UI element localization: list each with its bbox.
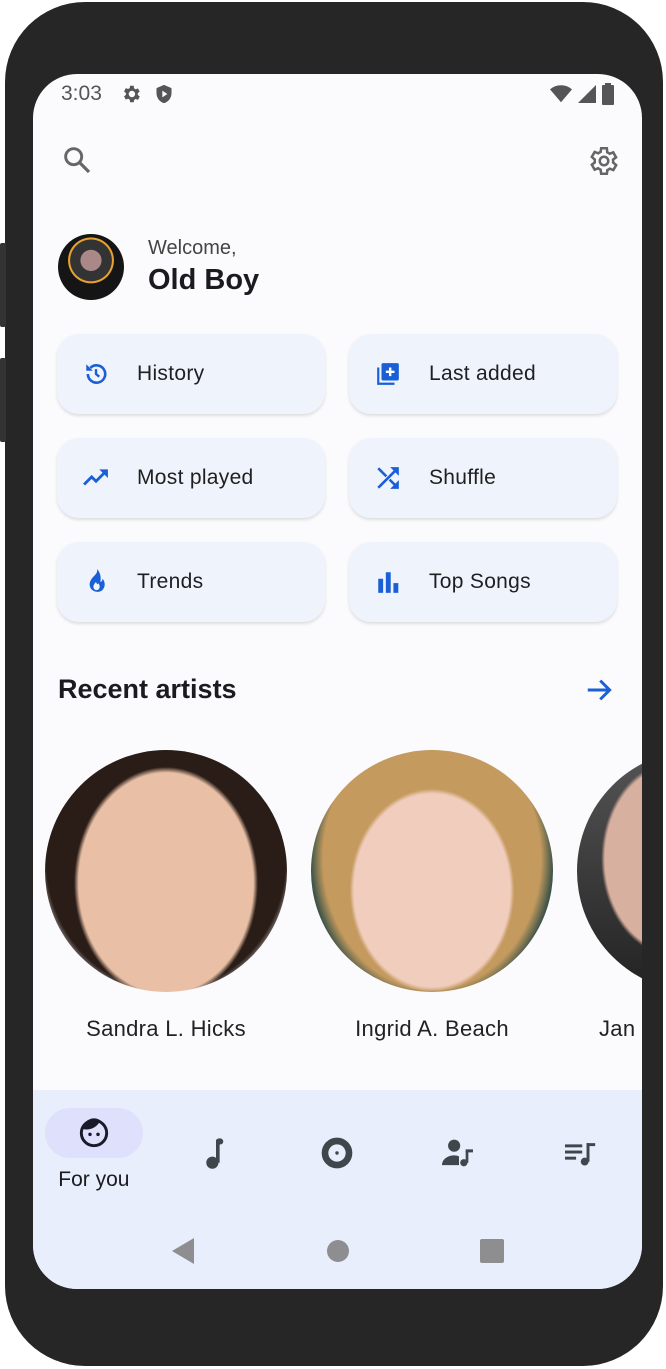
signal-icon	[578, 85, 596, 103]
avatar[interactable]	[58, 234, 124, 300]
volume-button	[0, 243, 6, 327]
nav-songs[interactable]	[155, 1108, 277, 1192]
search-icon[interactable]	[61, 144, 93, 176]
most-played-label: Most played	[137, 466, 254, 489]
nav-albums[interactable]	[277, 1108, 399, 1192]
bottom-navigation: For you	[33, 1090, 642, 1289]
last-added-button[interactable]: Last added	[349, 334, 617, 414]
user-name: Old Boy	[148, 264, 260, 296]
artist-carousel: Sandra L. Hicks Ingrid A. Beach Jan	[45, 750, 642, 1042]
shuffle-button[interactable]: Shuffle	[349, 438, 617, 518]
album-icon	[322, 1137, 353, 1169]
nav-artists[interactable]	[398, 1108, 520, 1192]
artist-card[interactable]: Ingrid A. Beach	[311, 750, 553, 1042]
face-icon	[79, 1118, 109, 1148]
welcome-greeting: Welcome,	[148, 237, 237, 259]
bar-chart-icon	[378, 572, 399, 593]
settings-icon	[123, 85, 140, 103]
top-songs-label: Top Songs	[429, 570, 531, 593]
history-icon	[86, 364, 107, 384]
trends-button[interactable]: Trends	[57, 542, 325, 622]
section-title: Recent artists	[58, 674, 237, 704]
trending-up-icon	[83, 469, 108, 486]
nav-for-you[interactable]: For you	[33, 1108, 155, 1192]
status-time: 3:03	[61, 82, 102, 105]
battery-icon	[602, 83, 614, 105]
trends-label: Trends	[137, 570, 204, 593]
power-button	[0, 358, 6, 442]
artist-photo	[45, 750, 287, 992]
wifi-icon	[550, 85, 572, 103]
history-label: History	[137, 362, 205, 385]
shuffle-label: Shuffle	[429, 466, 497, 489]
system-navigation	[33, 1238, 642, 1264]
recent-artists-header: Recent artists	[58, 674, 614, 705]
artist-name: Jan	[599, 1016, 636, 1041]
library-add-icon	[377, 363, 399, 385]
shield-icon	[156, 84, 172, 104]
last-added-label: Last added	[429, 362, 536, 385]
artist-icon	[442, 1139, 474, 1167]
shuffle-icon	[377, 467, 399, 489]
recents-icon[interactable]	[479, 1239, 504, 1263]
top-songs-button[interactable]: Top Songs	[349, 542, 617, 622]
arrow-right-icon[interactable]	[584, 675, 614, 705]
most-played-button[interactable]: Most played	[57, 438, 325, 518]
artist-photo	[311, 750, 553, 992]
nav-playlists[interactable]	[520, 1108, 642, 1192]
playlist-icon	[565, 1143, 596, 1166]
status-bar: 3:03	[61, 82, 614, 106]
artist-card[interactable]: Sandra L. Hicks	[45, 750, 287, 1042]
screen: 3:03 Welcome, Old Boy History Last added…	[33, 74, 642, 1289]
quick-actions: History Last added Most played Shuffle T…	[57, 334, 618, 622]
nav-label: For you	[58, 1168, 130, 1191]
fire-icon	[89, 569, 105, 592]
welcome-section: Welcome, Old Boy	[58, 234, 259, 300]
artist-photo	[577, 750, 642, 992]
artist-card[interactable]: Jan	[577, 750, 642, 1042]
artist-name: Sandra L. Hicks	[86, 1016, 246, 1041]
history-button[interactable]: History	[57, 334, 325, 414]
music-note-icon	[205, 1138, 223, 1169]
gear-icon[interactable]	[587, 144, 621, 178]
home-icon[interactable]	[326, 1239, 350, 1263]
back-icon[interactable]	[171, 1238, 196, 1264]
artist-name: Ingrid A. Beach	[355, 1016, 509, 1041]
